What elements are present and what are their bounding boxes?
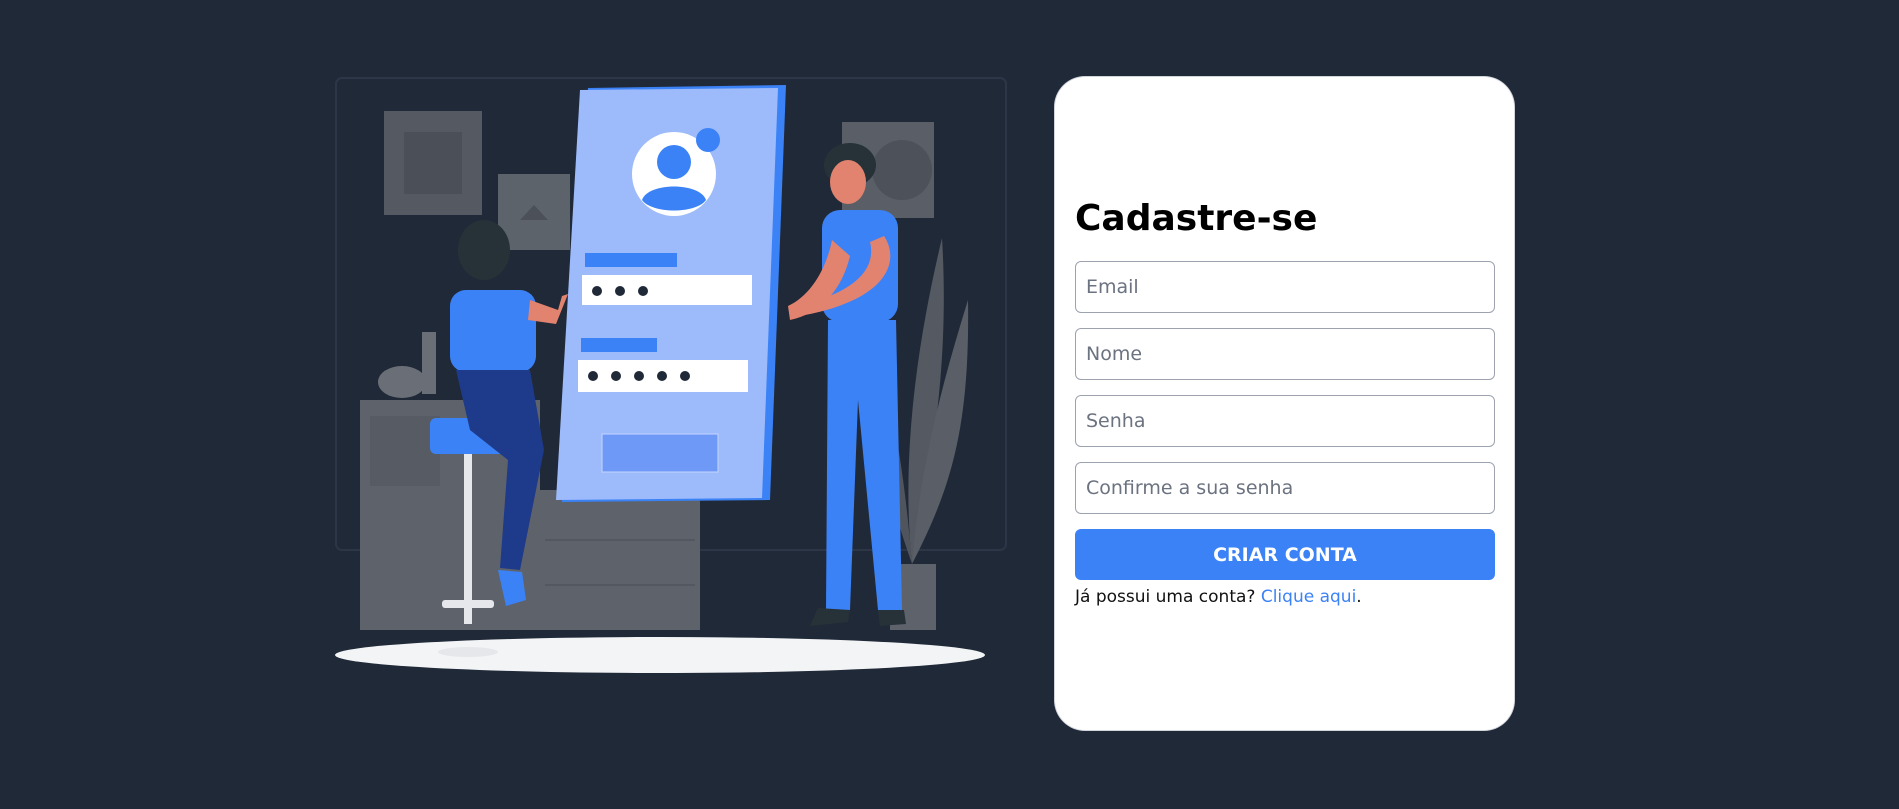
password-dot (638, 286, 648, 296)
login-prompt-text: Já possui uma conta? (1075, 587, 1256, 607)
avatar-head (657, 145, 691, 179)
cabinet-door (370, 416, 440, 486)
password-dot (680, 371, 690, 381)
login-prompt-line: Já possui uma conta? Clique aqui. (1075, 587, 1362, 607)
label-bar (581, 338, 657, 352)
floor (335, 637, 985, 673)
wall-picture-circle (872, 140, 932, 200)
page: Cadastre-se CRIAR CONTA Já possui uma co… (0, 0, 1899, 809)
login-suffix: . (1356, 587, 1362, 607)
stool-footrest (442, 600, 494, 608)
register-card: Cadastre-se CRIAR CONTA Já possui uma co… (1055, 77, 1514, 730)
bowl (378, 366, 426, 398)
password-dot (592, 286, 602, 296)
password-dot (657, 371, 667, 381)
avatar-dot (696, 128, 720, 152)
woman-torso (450, 290, 536, 372)
stool-base (438, 647, 498, 657)
name-field[interactable] (1075, 328, 1495, 380)
woman-hair (458, 220, 510, 280)
email-field[interactable] (1075, 261, 1495, 313)
password-dot (634, 371, 644, 381)
password-dot (611, 371, 621, 381)
password-dot (588, 371, 598, 381)
man-shoe (878, 610, 906, 626)
signup-illustration (330, 70, 1020, 690)
create-account-button[interactable]: CRIAR CONTA (1075, 529, 1495, 580)
man-face (830, 160, 866, 204)
register-title: Cadastre-se (1075, 198, 1318, 239)
login-link[interactable]: Clique aqui (1261, 587, 1356, 607)
confirm-password-field[interactable] (1075, 462, 1495, 514)
stool-leg (464, 454, 472, 624)
man-shoe (810, 608, 850, 626)
label-bar (585, 253, 677, 267)
wall-picture-inner (404, 132, 462, 194)
password-field[interactable] (1075, 395, 1495, 447)
password-dot (615, 286, 625, 296)
illustration-svg (335, 77, 1007, 673)
cabinet-right (540, 490, 700, 630)
password-field-1 (582, 275, 752, 305)
screen-button (601, 433, 719, 473)
man-legs (826, 320, 902, 610)
